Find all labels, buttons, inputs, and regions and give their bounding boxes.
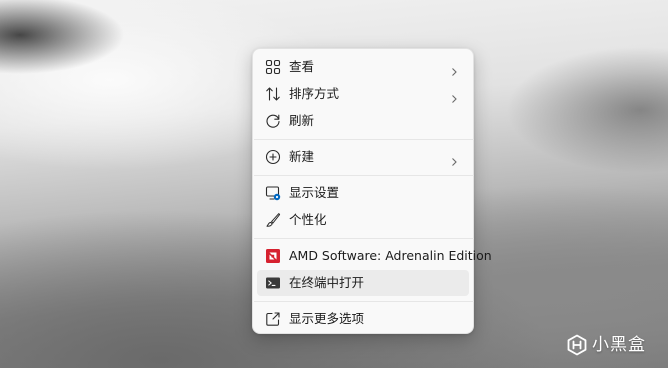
chevron-right-icon	[449, 152, 459, 166]
new-plus-circle-icon	[265, 149, 281, 165]
menu-separator	[254, 238, 474, 239]
menu-item-display-settings[interactable]: 显示设置	[257, 180, 469, 206]
brush-icon	[265, 212, 281, 228]
show-more-options-icon	[265, 311, 281, 327]
amd-logo-icon	[265, 248, 281, 264]
terminal-icon	[265, 275, 281, 291]
menu-item-label: 在终端中打开	[289, 275, 365, 290]
menu-item-label: 查看	[289, 59, 315, 74]
menu-item-label: 新建	[289, 149, 315, 164]
menu-item-personalize[interactable]: 个性化	[257, 207, 469, 233]
desktop-context-menu: 查看 排序方式 刷新 新建 显示设置 个性化 AMD Software: Adr…	[252, 48, 492, 334]
menu-item-open-in-terminal[interactable]: 在终端中打开	[257, 270, 469, 296]
view-grid-icon	[265, 59, 281, 75]
menu-item-label: 显示更多选项	[289, 311, 365, 326]
menu-item-label: 排序方式	[289, 86, 340, 101]
menu-item-label: AMD Software: Adrenalin Edition	[289, 248, 492, 263]
menu-separator	[254, 175, 474, 176]
menu-separator	[254, 301, 474, 302]
chevron-right-icon	[449, 89, 459, 103]
watermark-text: 小黑盒	[592, 335, 646, 355]
menu-separator	[254, 139, 474, 140]
refresh-icon	[265, 113, 281, 129]
sort-arrows-icon	[265, 86, 281, 102]
menu-item-refresh[interactable]: 刷新	[257, 108, 469, 134]
menu-item-show-more-options[interactable]: 显示更多选项	[257, 306, 469, 332]
menu-item-new[interactable]: 新建	[257, 144, 469, 170]
menu-item-amd-software[interactable]: AMD Software: Adrenalin Edition	[257, 243, 492, 269]
menu-item-label: 刷新	[289, 113, 315, 128]
xiaoheihe-logo-icon	[566, 334, 588, 356]
menu-item-label: 个性化	[289, 212, 327, 227]
menu-item-sort-by[interactable]: 排序方式	[257, 81, 469, 107]
menu-item-label: 显示设置	[289, 185, 340, 200]
menu-item-view[interactable]: 查看	[257, 54, 469, 80]
chevron-right-icon	[449, 62, 459, 76]
display-settings-icon	[265, 185, 281, 201]
